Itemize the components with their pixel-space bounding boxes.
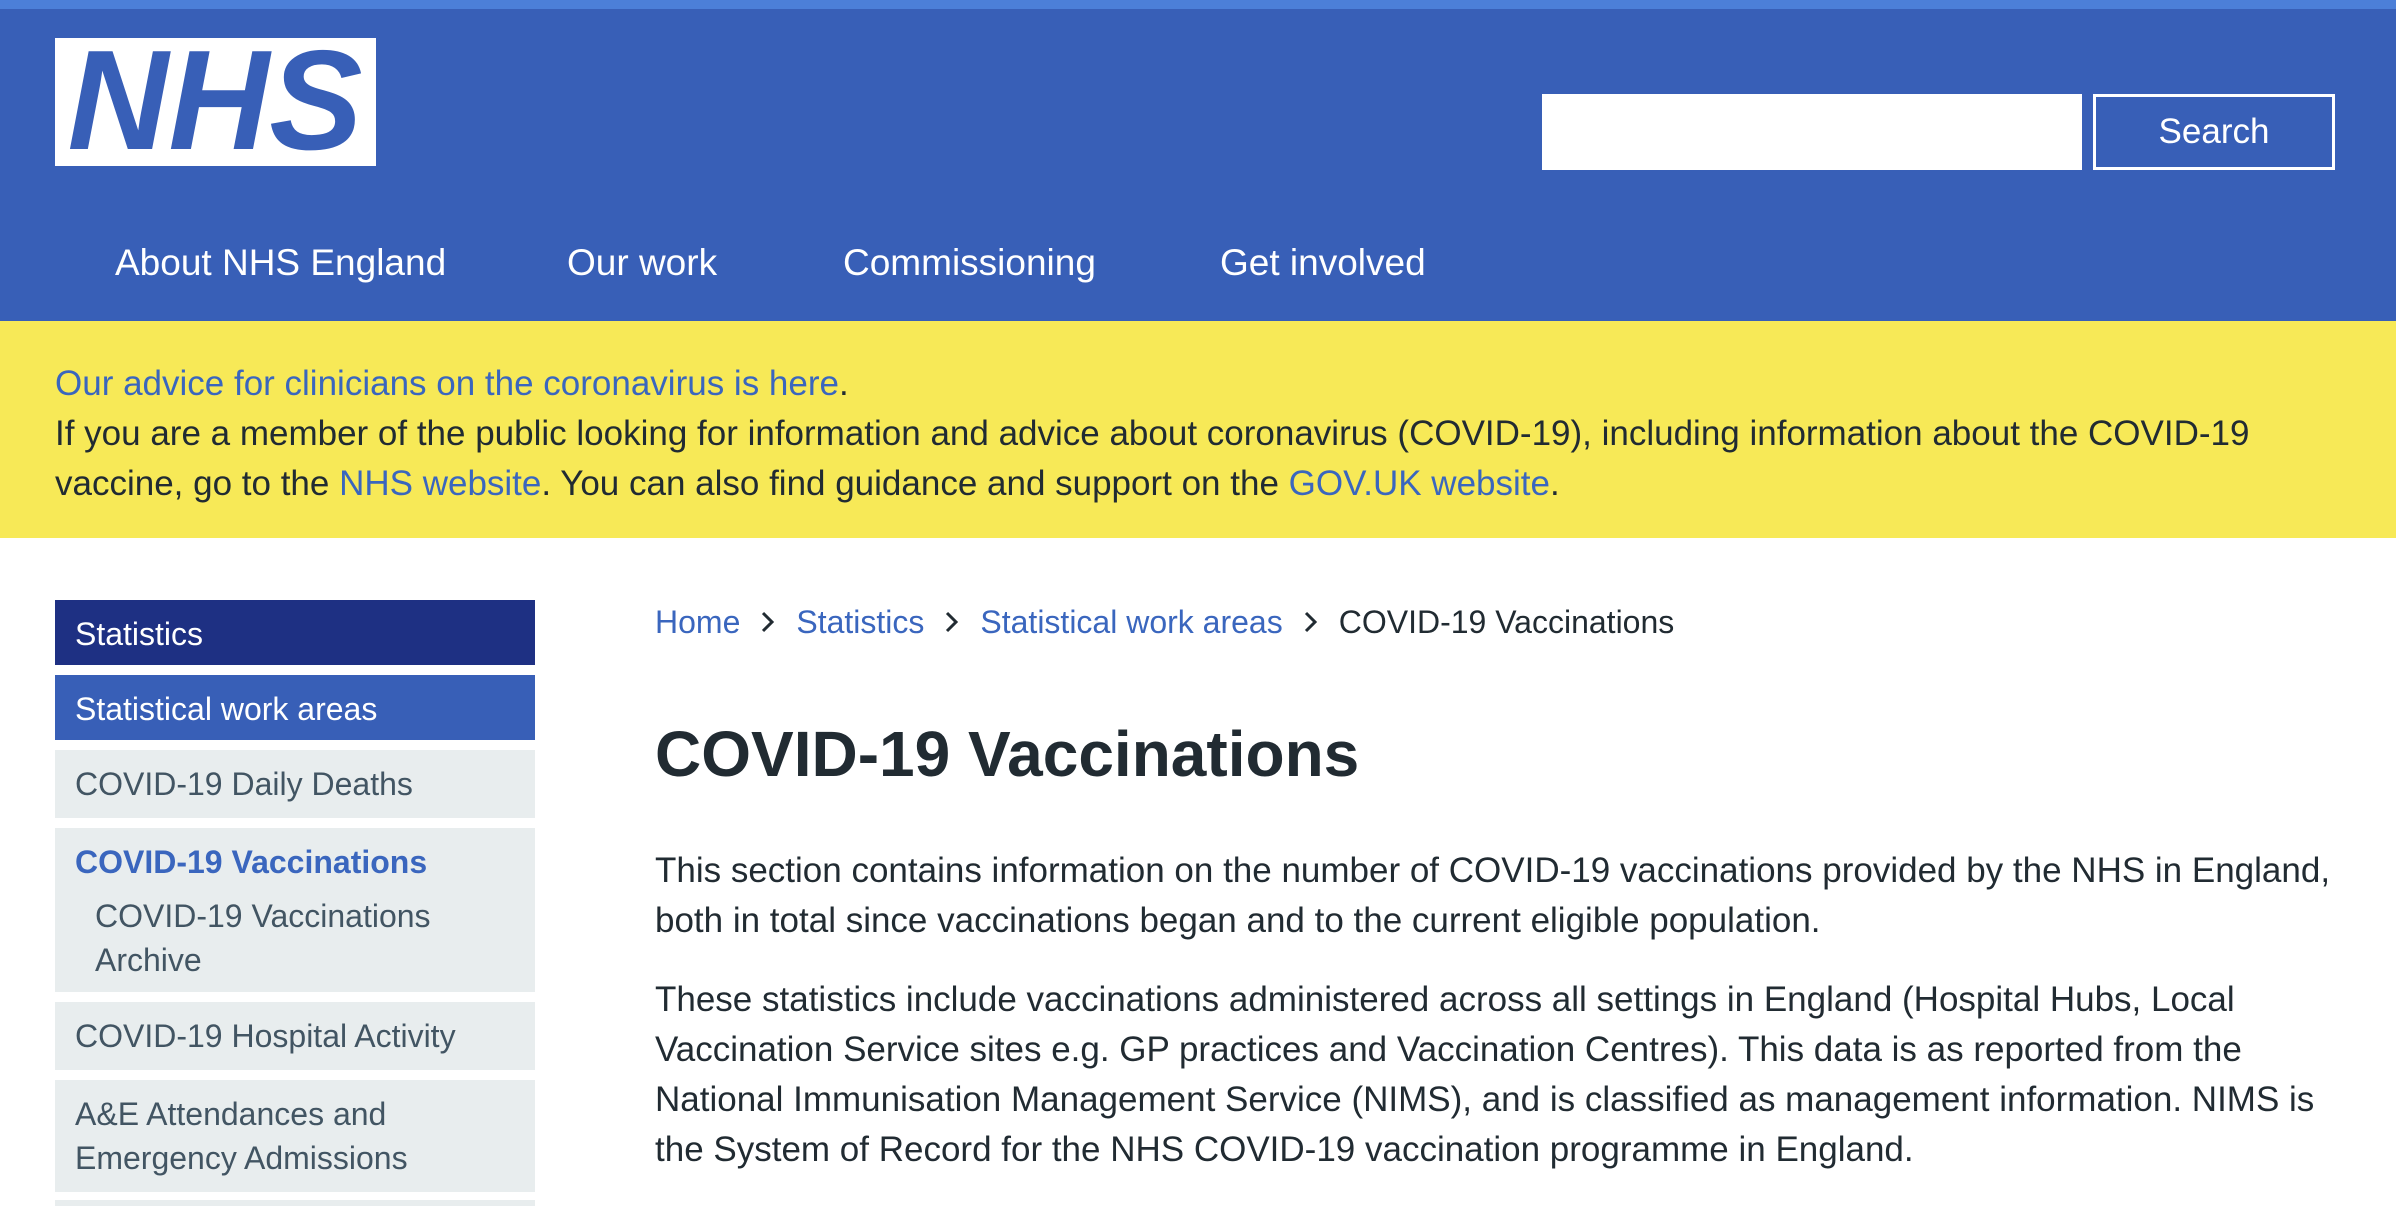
nav-get-involved[interactable]: Get involved [1220,242,1426,284]
search-input[interactable] [1542,94,2082,170]
breadcrumb-statistics[interactable]: Statistics [796,600,924,644]
nhs-logo-mark: NHS [68,38,363,166]
sidebar-item-statistical-work-areas[interactable]: Statistical work areas [55,675,535,740]
breadcrumb-statistical-work-areas[interactable]: Statistical work areas [980,600,1282,644]
sidebar-item-covid-vaccinations: COVID-19 Vaccinations COVID-19 Vaccinati… [55,828,535,992]
nav-our-work[interactable]: Our work [567,242,717,284]
sidebar-nav: Statistics Statistical work areas COVID-… [55,600,535,1206]
gov-uk-website-link[interactable]: GOV.UK website [1289,464,1550,503]
clinician-advice-suffix: . [838,364,849,403]
nav-about-nhs-england[interactable]: About NHS England [115,242,446,284]
chevron-right-icon [762,611,775,633]
sidebar-item-covid-daily-deaths[interactable]: COVID-19 Daily Deaths [55,750,535,818]
sidebar-item-covid-vaccinations-label[interactable]: COVID-19 Vaccinations [75,840,515,884]
public-advice-text-2: . You can also find guidance and support… [541,464,1289,503]
sidebar-subitem-vaccinations-archive[interactable]: COVID-19 Vaccinations Archive [75,884,515,982]
primary-nav: About NHS England Our work Commissioning… [0,242,2396,302]
sidebar-item-statistics[interactable]: Statistics [55,600,535,665]
site-header: NHS Search About NHS England Our work Co… [0,9,2396,321]
clinician-advice-line: Our advice for clinicians on the coronav… [55,359,2341,409]
clinician-advice-link[interactable]: Our advice for clinicians on the coronav… [55,364,839,403]
breadcrumb-current: COVID-19 Vaccinations [1338,604,1675,640]
coronavirus-alert-banner: Our advice for clinicians on the coronav… [0,321,2396,538]
public-advice-text: If you are a member of the public lookin… [55,409,2341,509]
nhs-logo[interactable]: NHS [55,38,376,166]
chevron-right-icon [1304,611,1317,633]
statistics-paragraph: These statistics include vaccinations ad… [655,980,2315,1169]
intro-paragraph: This section contains information on the… [655,851,2331,940]
breadcrumb-home[interactable]: Home [655,600,740,644]
sidebar-item-partial [55,1200,535,1206]
nav-commissioning[interactable]: Commissioning [843,242,1096,284]
top-accent-strip [0,0,2396,9]
nhs-logo-text: NHS [68,38,363,166]
nhs-website-link[interactable]: NHS website [339,464,541,503]
breadcrumb: Home Statistics Statistical work areas C… [655,600,2355,644]
sidebar-item-covid-hospital-activity[interactable]: COVID-19 Hospital Activity [55,1002,535,1070]
page-title: COVID-19 Vaccinations [655,718,1360,790]
chevron-right-icon [946,611,959,633]
search-button[interactable]: Search [2093,94,2335,170]
public-advice-text-3: . [1549,464,1560,503]
main-content: Home Statistics Statistical work areas C… [655,600,2355,1175]
sidebar-item-ae-attendances[interactable]: A&E Attendances and Emergency Admissions [55,1080,535,1192]
